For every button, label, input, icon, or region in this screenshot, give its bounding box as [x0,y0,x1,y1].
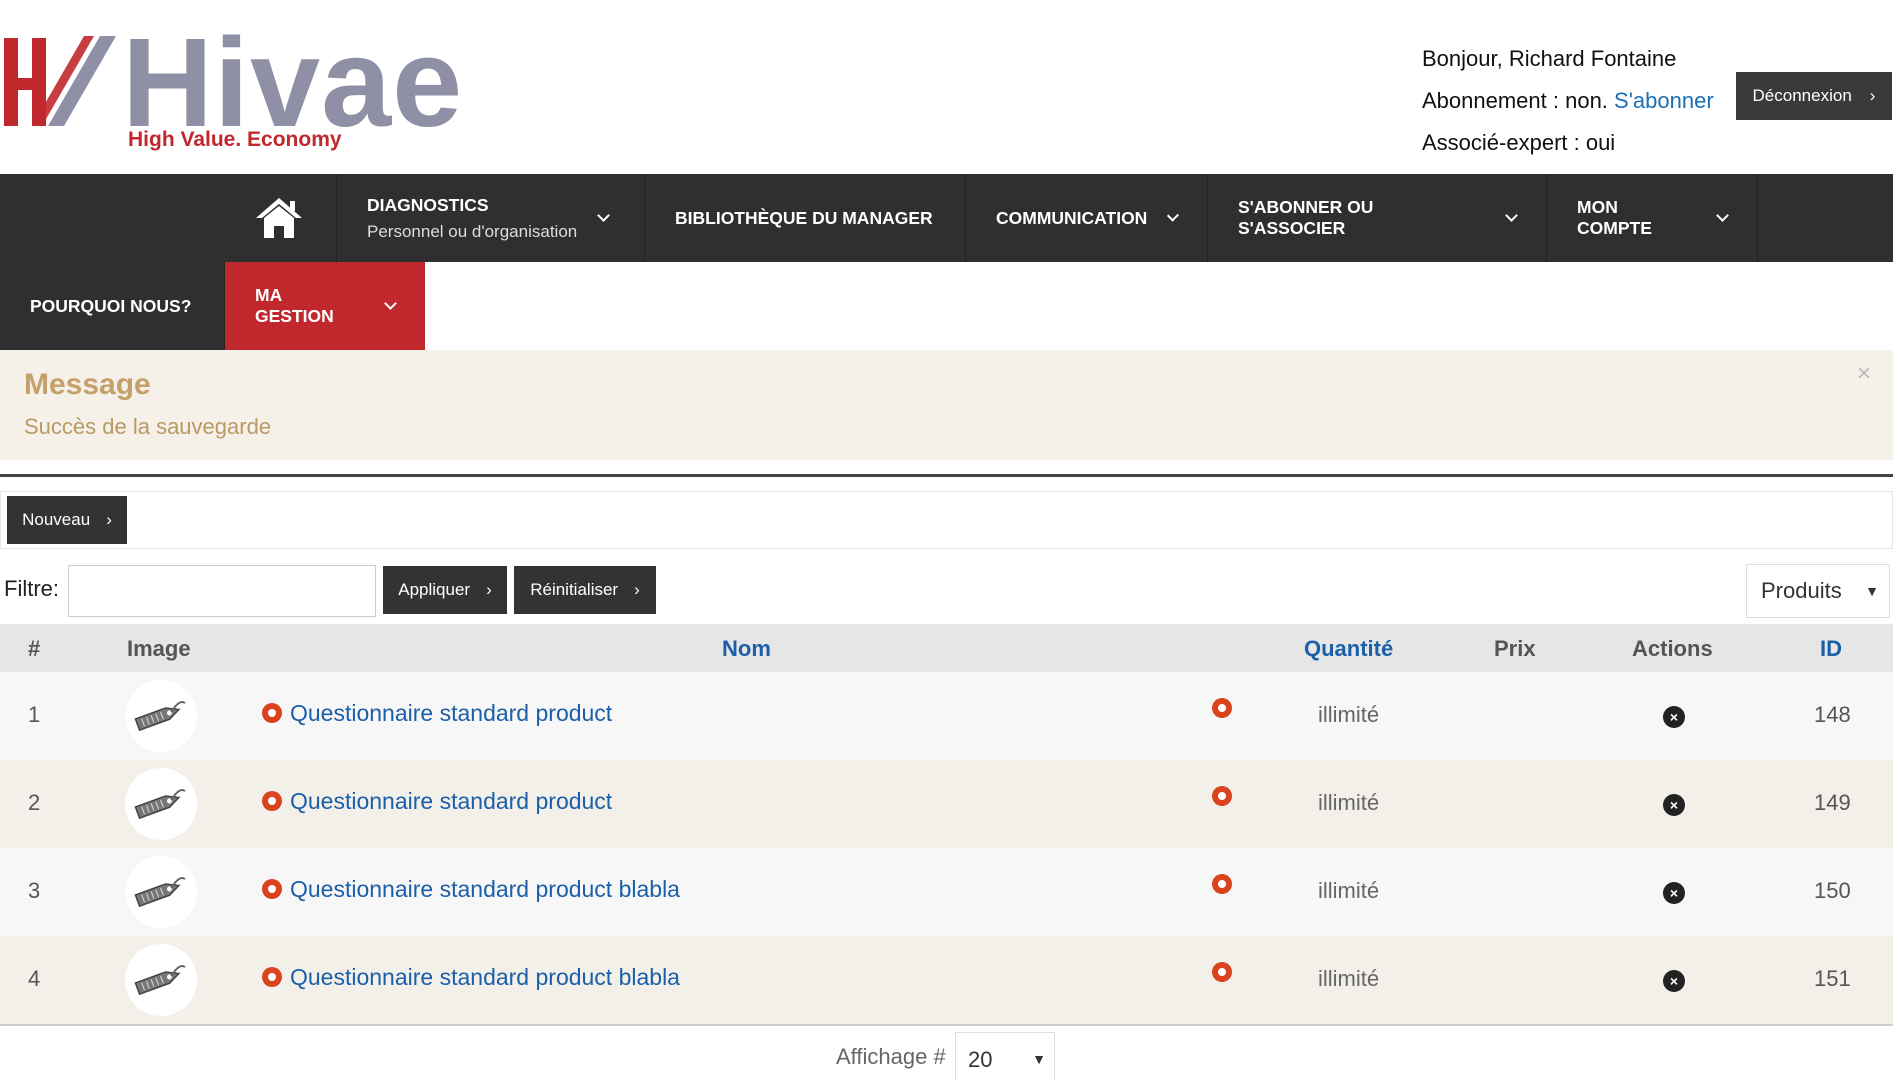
close-circle-icon[interactable]: × [1663,882,1685,904]
column-header-actions: Actions [1632,636,1713,661]
column-header-name[interactable]: Nom [722,636,771,662]
row-number: 1 [28,702,41,727]
table-row: 4 Questionnaire standard product blabla … [0,936,1893,1024]
dropdown-arrow-icon: ▼ [1865,583,1879,599]
quantity-value: illimité [1318,790,1380,815]
secondary-nav: POURQUOI NOUS? MA GESTION [0,262,425,350]
nav-communication[interactable]: COMMUNICATION [966,174,1208,262]
close-circle-icon[interactable]: × [1663,970,1685,992]
page-size-label: Affichage # [836,1044,946,1069]
active-status-icon[interactable] [1212,874,1232,894]
active-status-icon[interactable] [1212,698,1232,718]
chevron-right-icon: › [106,510,112,529]
brand-tagline: High Value. Economy [128,128,342,151]
nav-account[interactable]: MON COMPTE [1547,174,1758,262]
close-circle-icon[interactable]: × [1663,794,1685,816]
active-status-icon[interactable] [1212,786,1232,806]
column-header-price: Prix [1494,636,1536,661]
new-button[interactable]: Nouveau › [7,496,127,544]
price-tag-icon [125,944,197,1016]
row-number: 2 [28,790,41,815]
greeting: Bonjour, Richard Fontaine [1422,46,1677,71]
active-status-icon[interactable] [1212,962,1232,982]
message-text: Succès de la sauvegarde [24,414,272,439]
page: Hivae High Value. Economy Bonjour, Richa… [0,0,1895,1080]
message-title: Message [24,368,151,401]
table-header: # Image Nom Quantité Prix Actions ID [0,624,1893,672]
table-bottom-border [0,1024,1893,1026]
id-value: 150 [1814,878,1851,903]
quantity-value: illimité [1318,702,1380,727]
chevron-down-icon [1167,209,1180,221]
chevron-down-icon [597,208,611,222]
nav-home[interactable] [0,174,337,262]
success-message: Message Succès de la sauvegarde × [0,350,1893,460]
nav-diagnostics[interactable]: DIAGNOSTICS Personnel ou d'organisation [337,174,645,262]
site-logo[interactable]: Hivae High Value. Economy [0,20,462,156]
id-value: 148 [1814,702,1851,727]
subscribe-link[interactable]: S'abonner [1614,88,1714,113]
subscription-status: Abonnement : non. S'abonner [1422,88,1714,113]
apply-button[interactable]: Appliquer › [383,566,507,614]
logo-mark [4,36,116,126]
chevron-right-icon: › [486,580,492,599]
id-value: 151 [1814,966,1851,991]
table-row: 1 Questionnaire standard product illimit… [0,672,1893,760]
column-header-quantity[interactable]: Quantité [1304,636,1393,662]
row-number: 3 [28,878,41,903]
product-name-link[interactable]: Questionnaire standard product [262,700,612,727]
user-info: Bonjour, Richard Fontaine Abonnement : n… [1422,38,1714,164]
row-number: 4 [28,966,41,991]
divider [0,474,1893,477]
type-select[interactable]: Produits ▼ [1746,564,1890,618]
reset-button[interactable]: Réinitialiser › [514,566,656,614]
nav-subscribe[interactable]: S'ABONNER OU S'ASSOCIER [1208,174,1547,262]
nav-why-us[interactable]: POURQUOI NOUS? [0,262,225,350]
quantity-value: illimité [1318,878,1380,903]
chevron-down-icon [1505,208,1518,222]
dropdown-arrow-icon: ▼ [1032,1051,1046,1067]
product-name-link[interactable]: Questionnaire standard product blabla [262,876,680,903]
product-name-link[interactable]: Questionnaire standard product [262,788,612,815]
page-size-select[interactable]: 20 ▼ [955,1032,1055,1080]
filter-label: Filtre: [4,576,59,601]
home-icon [256,198,302,238]
nav-diagnostics-subtitle: Personnel ou d'organisation [367,221,578,241]
chevron-right-icon: › [634,580,640,599]
toolbar: Nouveau › [0,491,1893,549]
close-circle-icon[interactable]: × [1663,706,1685,728]
price-tag-icon [125,856,197,928]
status-dot-icon [262,879,282,900]
price-tag-icon [125,768,197,840]
column-header-number: # [28,636,41,661]
close-icon[interactable]: × [1857,360,1871,388]
chevron-down-icon [384,296,397,310]
column-header-id[interactable]: ID [1820,636,1842,662]
chevron-right-icon: › [1869,86,1876,105]
chevron-down-icon [1716,208,1729,222]
product-name-link[interactable]: Questionnaire standard product blabla [262,964,680,991]
nav-library[interactable]: BIBLIOTHÈQUE DU MANAGER [645,174,966,262]
main-nav: DIAGNOSTICS Personnel ou d'organisation … [0,174,1893,262]
status-dot-icon [262,967,282,988]
status-dot-icon [262,703,282,724]
status-dot-icon [262,791,282,812]
price-tag-icon [125,680,197,752]
filter-input[interactable] [68,565,376,617]
expert-status: Associé-expert : oui [1422,130,1616,155]
id-value: 149 [1814,790,1851,815]
column-header-image: Image [127,636,191,661]
logout-button[interactable]: Déconnexion › [1736,72,1892,120]
quantity-value: illimité [1318,966,1380,991]
table-row: 2 Questionnaire standard product illimit… [0,760,1893,848]
nav-my-management[interactable]: MA GESTION [225,262,425,350]
table-row: 3 Questionnaire standard product blabla … [0,848,1893,936]
